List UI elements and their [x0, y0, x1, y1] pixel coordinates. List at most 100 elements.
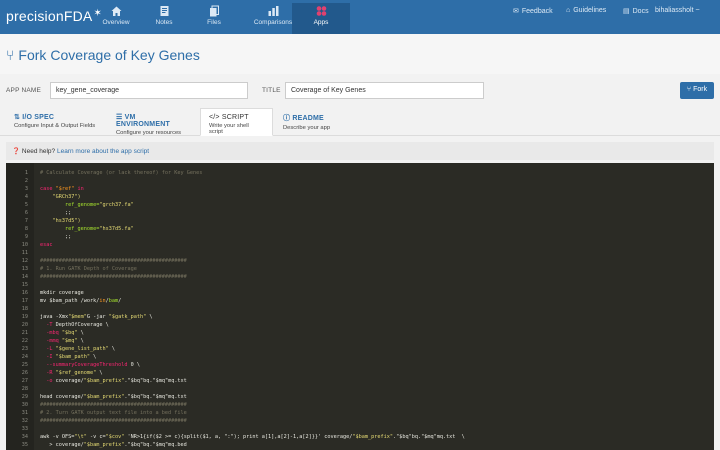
title-input[interactable]: Coverage of Key Genes: [285, 82, 484, 99]
help-bar: ❓ Need help? Learn more about the app sc…: [6, 142, 714, 160]
code-token: ."$bq"bq."$mq"mq.txt \: [392, 434, 465, 440]
code-line[interactable]: 27 -o coverage/"$bam_prefix"."$bq"bq."$m…: [6, 377, 714, 385]
code-line[interactable]: 29 head coverage/"$bam_prefix"."$bq"bq."$…: [6, 393, 714, 401]
help-link[interactable]: Learn more about the app script: [57, 148, 149, 155]
code-line[interactable]: 33: [6, 425, 714, 433]
code-line[interactable]: 35 > coverage/"$bam_prefix"."$bq"bq."$mq…: [6, 441, 714, 449]
code-text: ;;: [40, 209, 71, 217]
code-token: "$bam_prefix": [83, 442, 125, 448]
line-number: 11: [21, 250, 28, 256]
code-token: in: [74, 186, 84, 192]
code-line[interactable]: 4 "GRCh37"): [6, 193, 714, 201]
fork-button[interactable]: ⑂ Fork: [680, 82, 714, 99]
code-line[interactable]: 19 java -Xmx"$mem"G -jar "$gatk_path" \: [6, 313, 714, 321]
nav-comparisons-label: Comparisons: [253, 19, 293, 26]
code-line[interactable]: 34 awk -v OFS="\t" -v c="$cov" 'NR>1{if($…: [6, 433, 714, 441]
nav-files[interactable]: Files: [185, 3, 243, 33]
code-line[interactable]: 2: [6, 177, 714, 185]
nav-apps[interactable]: Apps: [292, 3, 350, 34]
question-icon: ❓: [12, 148, 21, 155]
code-line[interactable]: 24 -I "$bam_path" \: [6, 353, 714, 361]
line-number: 8: [24, 226, 28, 232]
code-token: "grch37.fa": [99, 202, 134, 208]
tab-readme[interactable]: ⓘ README Describe your app: [275, 108, 350, 136]
code-line[interactable]: 31 # 2. Turn GATK output text file into a…: [6, 409, 714, 417]
feedback-link[interactable]: ✉ Feedback: [513, 7, 553, 15]
code-line[interactable]: 18: [6, 305, 714, 313]
code-line[interactable]: 23 -L "$gene_list_path" \: [6, 345, 714, 353]
nav-overview-label: Overview: [102, 19, 130, 26]
code-line[interactable]: 17 mv $bam_path /work/in/bam/: [6, 297, 714, 305]
docs-link[interactable]: ▤ Docs: [623, 7, 649, 15]
code-text: mv $bam_path /work/in/bam/: [40, 297, 121, 305]
tab-io-spec[interactable]: ⇅ I/O SPEC Configure Input & Output Fiel…: [6, 108, 106, 136]
chart-icon: [268, 6, 278, 16]
code-token: awk -v OFS=: [40, 434, 75, 440]
code-token: -R: [40, 370, 53, 376]
code-line[interactable]: 15: [6, 281, 714, 289]
code-line[interactable]: 25 --summaryCoverageThreshold 0 \: [6, 361, 714, 369]
line-number: 5: [24, 202, 28, 208]
code-text: esac: [40, 241, 53, 249]
apps-icon: [316, 6, 326, 16]
io-icon: ⇅: [14, 114, 23, 121]
code-token: "$bam_prefix": [352, 434, 393, 440]
nav-files-label: Files: [207, 19, 221, 26]
code-token: > coverage/: [40, 442, 84, 448]
code-line[interactable]: 3 case "$ref" in: [6, 185, 714, 193]
line-number: 35: [21, 442, 28, 448]
app-name-input[interactable]: key_gene_coverage: [50, 82, 248, 99]
script-editor[interactable]: 1 # Calculate Coverage (or lack thereof) …: [6, 163, 714, 450]
code-line[interactable]: 32 ######################################…: [6, 417, 714, 425]
code-token: "$mq": [58, 338, 78, 344]
code-token: -mmq: [40, 338, 59, 344]
code-line[interactable]: 30 ######################################…: [6, 401, 714, 409]
code-line[interactable]: 11: [6, 249, 714, 257]
code-text: ;;: [40, 233, 71, 241]
code-line[interactable]: 13 # 1. Run GATK Depth of Coverage: [6, 265, 714, 273]
tab-vm-environment[interactable]: ☰ VM ENVIRONMENT Configure your resource…: [108, 108, 198, 136]
code-line[interactable]: 20 -T DepthOfCoverage \: [6, 321, 714, 329]
line-number: 30: [21, 402, 28, 408]
code-line[interactable]: 8 ref_genome="hs37d5.fa": [6, 225, 714, 233]
line-number: 29: [21, 394, 28, 400]
code-token: ########################################…: [40, 274, 187, 280]
code-line[interactable]: 5 ref_genome="grch37.fa": [6, 201, 714, 209]
code-token: \: [77, 330, 84, 336]
line-number: 16: [21, 290, 28, 296]
line-number: 33: [21, 426, 28, 432]
user-menu[interactable]: bihaliassholt ~: [655, 7, 700, 14]
code-token: -v c=: [86, 434, 106, 440]
code-line[interactable]: 7 "hs37d5"): [6, 217, 714, 225]
line-number: 23: [21, 346, 28, 352]
code-line[interactable]: 14 ######################################…: [6, 273, 714, 281]
code-token: coverage/: [52, 378, 84, 384]
title-label: TITLE: [262, 87, 281, 94]
code-line[interactable]: 10 esac: [6, 241, 714, 249]
code-token: "$ref_genome": [52, 370, 97, 376]
code-line[interactable]: 28: [6, 385, 714, 393]
code-token: ########################################…: [40, 402, 187, 408]
code-line[interactable]: 12 ######################################…: [6, 257, 714, 265]
code-line[interactable]: 16 mkdir coverage: [6, 289, 714, 297]
code-token: ref_genome=: [40, 226, 100, 232]
code-line[interactable]: 26 -R "$ref_genome" \: [6, 369, 714, 377]
code-line[interactable]: 1 # Calculate Coverage (or lack thereof) …: [6, 169, 714, 177]
help-text: Need help?: [21, 148, 56, 155]
line-number: 28: [21, 386, 28, 392]
code-token: ."$bq"bq."$mq"mq.txt: [124, 378, 187, 384]
code-line[interactable]: 9 ;;: [6, 233, 714, 241]
line-number: 12: [21, 258, 28, 264]
guidelines-link[interactable]: ⌂ Guidelines: [566, 7, 606, 14]
code-text: ref_genome="grch37.fa": [40, 201, 134, 209]
code-token: ."$bq"bq."$mq"mq.txt: [124, 394, 187, 400]
code-token: "$mem": [68, 314, 87, 320]
code-token: # 2. Turn GATK output text file into a b…: [40, 410, 187, 416]
code-line[interactable]: 21 -mbq "$bq" \: [6, 329, 714, 337]
code-line[interactable]: 22 -mmq "$mq" \: [6, 337, 714, 345]
tab-script[interactable]: </> SCRIPT Write your shell script: [200, 108, 273, 136]
code-text: -I "$bam_path" \: [40, 353, 96, 361]
code-line[interactable]: 6 ;;: [6, 209, 714, 217]
code-text: # Calculate Coverage (or lack thereof) f…: [40, 169, 202, 177]
line-number: 1: [24, 170, 28, 176]
